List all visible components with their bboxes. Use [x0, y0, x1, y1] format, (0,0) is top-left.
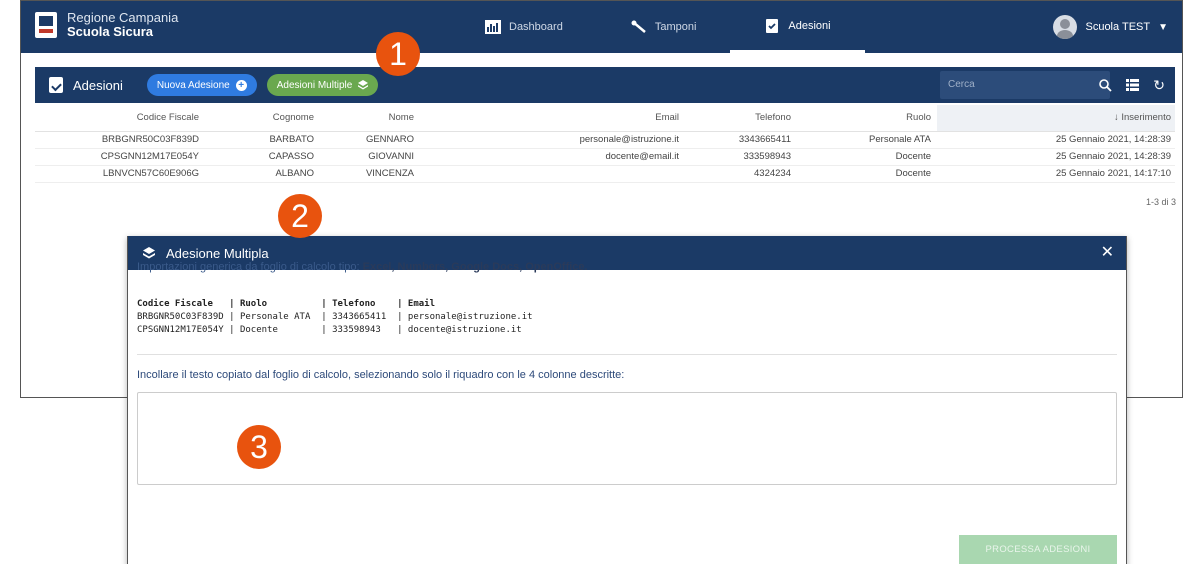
cell-nome: GENNARO	[320, 131, 420, 149]
paste-textarea[interactable]	[137, 392, 1117, 485]
nav-dashboard[interactable]: Dashboard	[451, 1, 597, 53]
sample-line: BRBGNR50C03F839D | Personale ATA | 33436…	[137, 312, 533, 322]
col-codice-fiscale[interactable]: Codice Fiscale	[35, 105, 205, 132]
cell-ruolo: Docente	[797, 148, 937, 166]
cell-ruolo: Docente	[797, 165, 937, 183]
col-ruolo[interactable]: Ruolo	[797, 105, 937, 132]
table-header-row: Codice Fiscale Cognome Nome Email Telefo…	[35, 105, 1175, 132]
section-title: Adesioni	[35, 77, 137, 93]
cell-email	[420, 165, 685, 183]
brand-region: Regione Campania	[67, 10, 179, 25]
sample-header: Codice Fiscale | Ruolo | Telefono | Emai…	[137, 299, 436, 309]
cell-inserimento: 25 Gennaio 2021, 14:17:10	[937, 165, 1175, 183]
search-input[interactable]: Cerca	[940, 71, 1110, 99]
cell-ruolo: Personale ATA	[797, 131, 937, 149]
cell-email: docente@email.it	[420, 148, 685, 166]
caret-down-icon: ▼	[1158, 21, 1168, 33]
multi-adesioni-label: Adesioni Multiple	[276, 79, 353, 91]
main-nav: Dashboard Tamponi Adesioni	[451, 1, 865, 53]
cell-telefono: 4324234	[685, 165, 797, 183]
search-icon[interactable]	[1099, 78, 1112, 92]
col-telefono[interactable]: Telefono	[685, 105, 797, 132]
cell-codice-fiscale: LBNVCN57C60E906G	[35, 165, 205, 183]
section-title-label: Adesioni	[73, 77, 123, 93]
layers-icon	[143, 247, 155, 259]
avatar	[1053, 15, 1078, 39]
cell-telefono: 3343665411	[685, 131, 797, 149]
chart-icon	[485, 20, 501, 34]
nav-tamponi-label: Tamponi	[654, 21, 697, 33]
callout-marker-2: 2	[278, 194, 322, 238]
dialog-title: Adesione Multipla	[166, 245, 269, 261]
multi-adesioni-button[interactable]: Adesioni Multiple	[266, 74, 379, 96]
adesioni-table: Codice Fiscale Cognome Nome Email Telefo…	[35, 105, 1175, 183]
cell-nome: VINCENZA	[320, 165, 420, 183]
swab-icon	[631, 20, 646, 33]
cell-codice-fiscale: CPSGNN12M17E054Y	[35, 148, 205, 166]
layers-icon	[358, 80, 369, 90]
cell-codice-fiscale: BRBGNR50C03F839D	[35, 131, 205, 149]
brand[interactable]: Regione Campania Scuola Sicura	[35, 11, 178, 39]
table-row[interactable]: LBNVCN57C60E906G ALBANO VINCENZA 4324234…	[35, 165, 1175, 183]
cell-cognome: CAPASSO	[205, 148, 320, 166]
cell-cognome: BARBATO	[205, 131, 320, 149]
sample-format: Codice Fiscale | Ruolo | Telefono | Emai…	[137, 298, 533, 337]
cell-inserimento: 25 Gennaio 2021, 14:28:39	[937, 148, 1175, 166]
pagination-range: 1-3 di 3	[1145, 197, 1176, 207]
callout-marker-3: 3	[237, 425, 281, 469]
cell-email: personale@istruzione.it	[420, 131, 685, 149]
user-menu[interactable]: Scuola TEST ▼	[1053, 1, 1168, 53]
cell-nome: GIOVANNI	[320, 148, 420, 166]
list-view-icon[interactable]	[1126, 79, 1140, 91]
dialog-header: Adesione Multipla	[128, 236, 1126, 270]
close-icon[interactable]: ✕	[1101, 245, 1114, 261]
divider	[137, 354, 1117, 355]
cell-inserimento: 25 Gennaio 2021, 14:28:39	[937, 131, 1175, 149]
col-inserimento[interactable]: ↓ Inserimento	[937, 105, 1175, 132]
nav-adesioni[interactable]: Adesioni	[730, 1, 865, 53]
new-adesione-button[interactable]: Nuova Adesione +	[146, 74, 257, 96]
sample-line: CPSGNN12M17E054Y | Docente | 333598943 |…	[137, 325, 522, 335]
table-row[interactable]: BRBGNR50C03F839D BARBATO GENNARO persona…	[35, 131, 1175, 149]
cell-telefono: 333598943	[685, 148, 797, 166]
callout-marker-1: 1	[376, 32, 420, 76]
brand-app-name: Scuola Sicura	[67, 24, 153, 39]
col-cognome[interactable]: Cognome	[205, 105, 320, 132]
adesione-multipla-dialog: Adesione Multipla ✕ Importazioni generic…	[127, 236, 1127, 564]
region-logo-icon	[35, 12, 57, 38]
clipboard-check-icon	[49, 77, 63, 93]
col-nome[interactable]: Nome	[320, 105, 420, 132]
plus-circle-icon: +	[235, 79, 247, 91]
nav-tamponi[interactable]: Tamponi	[597, 1, 731, 53]
user-name: Scuola TEST	[1085, 21, 1151, 33]
new-adesione-label: Nuova Adesione	[156, 79, 230, 91]
table-row[interactable]: CPSGNN12M17E054Y CAPASSO GIOVANNI docent…	[35, 148, 1175, 166]
col-email[interactable]: Email	[420, 105, 685, 132]
refresh-icon[interactable]: ↻	[1153, 77, 1165, 94]
process-adesioni-button[interactable]: PROCESSA ADESIONI	[959, 535, 1117, 564]
nav-dashboard-label: Dashboard	[509, 21, 563, 33]
top-navbar: Regione Campania Scuola Sicura Dashboard…	[21, 1, 1182, 53]
paste-instructions: Incollare il testo copiato dal foglio di…	[137, 369, 625, 381]
nav-adesioni-label: Adesioni	[788, 19, 831, 32]
adesioni-toolbar: Adesioni Nuova Adesione + Adesioni Multi…	[35, 67, 1175, 103]
cell-cognome: ALBANO	[205, 165, 320, 183]
clipboard-check-icon	[766, 18, 779, 33]
